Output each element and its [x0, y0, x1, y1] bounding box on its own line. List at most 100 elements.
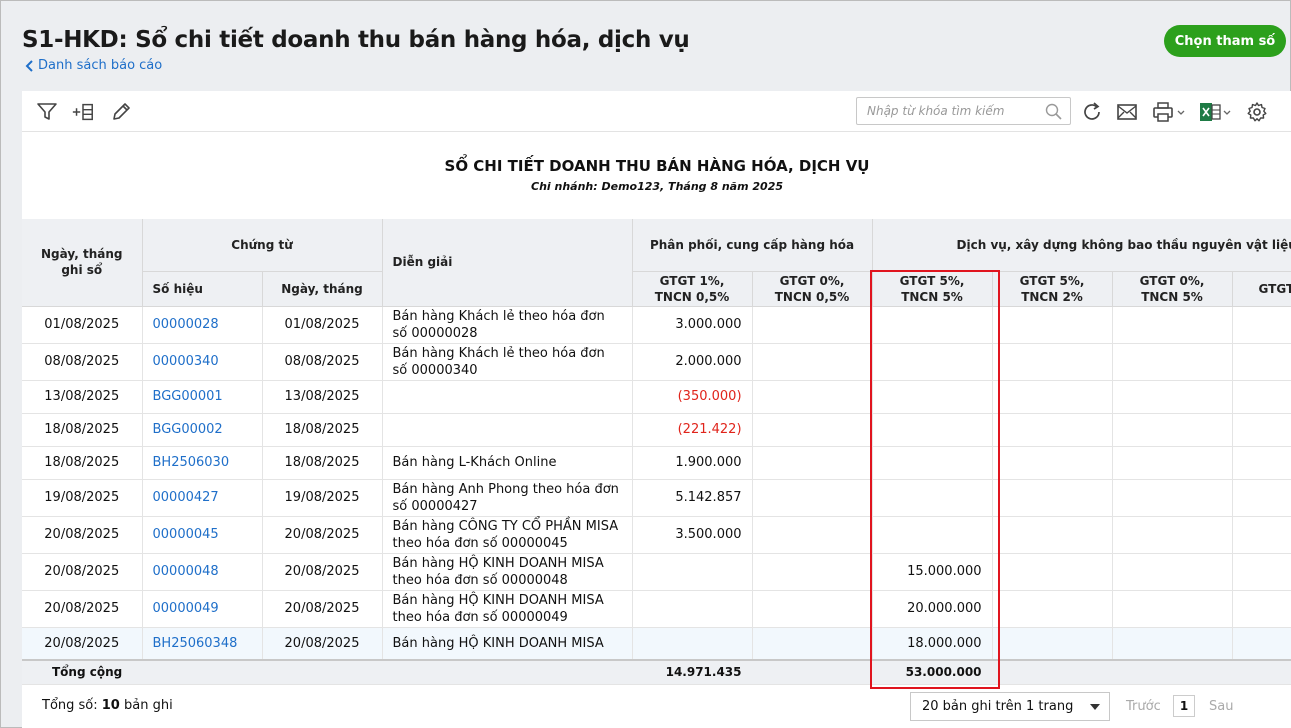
cell-date: 20/08/2025: [22, 590, 143, 628]
table-row[interactable]: 18/08/2025 BGG00002 18/08/2025 (221.422): [22, 413, 1291, 447]
cell-date: 19/08/2025: [22, 479, 143, 517]
cell-voucher-date: 18/08/2025: [262, 413, 383, 447]
cell-gtgt5-tncn5: 18.000.000: [872, 627, 993, 661]
cell-gtgt0: [752, 627, 873, 661]
cell-voucher-no[interactable]: BGG00001: [142, 380, 263, 414]
page-title: S1-HKD: Sổ chi tiết doanh thu bán hàng h…: [22, 27, 690, 53]
cell-gtgt0-tncn5: [1112, 413, 1233, 447]
cell-gtgt0-tncn5: [1112, 553, 1233, 591]
table-row[interactable]: 01/08/2025 00000028 01/08/2025 Bán hàng Khá…: [22, 306, 1291, 344]
col-voucher-date: Ngày, tháng: [262, 271, 383, 307]
cell-gtgt1: 5.142.857: [632, 479, 753, 517]
current-page[interactable]: 1: [1173, 695, 1195, 717]
next-page-button[interactable]: Sau: [1209, 699, 1233, 714]
print-icon[interactable]: [1150, 100, 1190, 124]
cell-date: 18/08/2025: [22, 446, 143, 480]
report-table: Ngày, tháng ghi sổ Chứng từ Diễn giải Ph…: [22, 219, 1291, 687]
toolbar: [22, 91, 1291, 132]
search-input[interactable]: [857, 98, 1037, 124]
cell-date: 18/08/2025: [22, 413, 143, 447]
cell-voucher-no[interactable]: 00000028: [142, 306, 263, 344]
cell-gtgt1: [632, 627, 753, 661]
cell-voucher-no[interactable]: BGG00002: [142, 413, 263, 447]
table-row[interactable]: 18/08/2025 BH2506030 18/08/2025 Bán hàng L-…: [22, 446, 1291, 480]
cell-date: 01/08/2025: [22, 306, 143, 344]
cell-gtgt0: [752, 590, 873, 628]
back-link[interactable]: Danh sách báo cáo: [25, 58, 162, 73]
col-group-service: Dịch vụ, xây dựng không bao thầu nguyên …: [872, 219, 1291, 272]
cell-gtgt1: 2.000.000: [632, 343, 753, 381]
cell-description: Bán hàng HỘ KINH DOANH MISA theo hóa đơn…: [382, 553, 633, 591]
cell-gtgt0: [752, 553, 873, 591]
table-row[interactable]: 20/08/2025 00000045 20/08/2025 Bán hàng CÔN…: [22, 516, 1291, 554]
cell-gtgt5-tncn2: [992, 413, 1113, 447]
cell-gtgt0-tncn5: [1112, 590, 1233, 628]
gear-icon[interactable]: [1245, 100, 1269, 124]
report-title: SỔ CHI TIẾT DOANH THU BÁN HÀNG HÓA, DỊCH…: [444, 157, 870, 175]
add-row-icon[interactable]: [71, 100, 95, 124]
col-voucher: Chứng từ: [142, 219, 383, 272]
cell-gtgt5-tncn5: [872, 479, 993, 517]
table-row[interactable]: 19/08/2025 00000427 19/08/2025 Bán hàng Anh…: [22, 479, 1291, 517]
search-icon[interactable]: [1045, 103, 1062, 124]
filter-icon[interactable]: [35, 100, 59, 124]
col-date: Ngày, tháng ghi sổ: [22, 219, 143, 307]
page-size-select[interactable]: 20 bản ghi trên 1 trang: [910, 692, 1110, 721]
cell-description: Bán hàng HỘ KINH DOANH MISA theo hóa đơn…: [382, 590, 633, 628]
cell-voucher-no[interactable]: 00000045: [142, 516, 263, 554]
mail-icon[interactable]: [1115, 100, 1139, 124]
cell-gtgt5-tncn2: [992, 306, 1113, 344]
total-row: Tổng cộng 14.971.435 53.000.000: [22, 659, 1291, 685]
col-gtgt5-tncn2: GTGT 5%, TNCN 2%: [992, 271, 1113, 307]
cell-gtgt5-tncn5: [872, 446, 993, 480]
cell-gtgt5-tncn5: [872, 306, 993, 344]
cell-gtgt1: [632, 590, 753, 628]
col-description: Diễn giải: [382, 219, 633, 307]
cell-gtgt1: (350.000): [632, 380, 753, 414]
prev-page-button[interactable]: Trước: [1126, 699, 1161, 714]
cell-voucher-date: 20/08/2025: [262, 627, 383, 661]
cell-gtgt5-tncn2: [992, 627, 1113, 661]
cell-gtgt5-tncn5: 20.000.000: [872, 590, 993, 628]
cell-gtgt0: [752, 446, 873, 480]
excel-icon[interactable]: [1196, 100, 1236, 124]
table-row[interactable]: 13/08/2025 BGG00001 13/08/2025 (350.000): [22, 380, 1291, 414]
cell-gtgt5-tncn2: [992, 380, 1113, 414]
cell-voucher-no[interactable]: 00000427: [142, 479, 263, 517]
cell-voucher-date: 20/08/2025: [262, 553, 383, 591]
cell-gtgt-tncn: [1232, 590, 1291, 628]
cell-description: [382, 413, 633, 447]
choose-parameters-button[interactable]: Chọn tham số: [1164, 25, 1286, 57]
cell-voucher-date: 13/08/2025: [262, 380, 383, 414]
cell-gtgt0-tncn5: [1112, 446, 1233, 480]
table-row[interactable]: 20/08/2025 00000048 20/08/2025 Bán hàng HỘ …: [22, 553, 1291, 591]
cell-description: Bán hàng Khách lẻ theo hóa đơn số 000003…: [382, 343, 633, 381]
col-group-goods: Phân phối, cung cấp hàng hóa: [632, 219, 873, 272]
cell-gtgt5-tncn5: [872, 343, 993, 381]
col-gtgt-tncn: GTGT TNCN: [1232, 271, 1291, 307]
cell-voucher-no[interactable]: BH25060348: [142, 627, 263, 661]
cell-voucher-no[interactable]: BH2506030: [142, 446, 263, 480]
cell-gtgt-tncn: [1232, 380, 1291, 414]
cell-gtgt1: 3.000.000: [632, 306, 753, 344]
cell-voucher-date: 20/08/2025: [262, 516, 383, 554]
cell-voucher-date: 18/08/2025: [262, 446, 383, 480]
cell-gtgt-tncn: [1232, 446, 1291, 480]
refresh-icon[interactable]: [1080, 100, 1104, 124]
cell-gtgt-tncn: [1232, 553, 1291, 591]
col-gtgt0-tncn05: GTGT 0%, TNCN 0,5%: [752, 271, 873, 307]
cell-gtgt0: [752, 306, 873, 344]
cell-voucher-date: 20/08/2025: [262, 590, 383, 628]
table-row[interactable]: 08/08/2025 00000340 08/08/2025 Bán hàng Khá…: [22, 343, 1291, 381]
cell-description: Bán hàng HỘ KINH DOANH MISA: [382, 627, 633, 661]
edit-icon[interactable]: [109, 100, 133, 124]
cell-voucher-no[interactable]: 00000048: [142, 553, 263, 591]
cell-gtgt0-tncn5: [1112, 343, 1233, 381]
cell-voucher-no[interactable]: 00000049: [142, 590, 263, 628]
cell-gtgt-tncn: [1232, 306, 1291, 344]
table-row[interactable]: 20/08/2025 BH25060348 20/08/2025 Bán hàng H…: [22, 627, 1291, 661]
cell-date: 13/08/2025: [22, 380, 143, 414]
table-row[interactable]: 20/08/2025 00000049 20/08/2025 Bán hàng HỘ …: [22, 590, 1291, 628]
back-link-label: Danh sách báo cáo: [38, 58, 163, 73]
cell-voucher-no[interactable]: 00000340: [142, 343, 263, 381]
